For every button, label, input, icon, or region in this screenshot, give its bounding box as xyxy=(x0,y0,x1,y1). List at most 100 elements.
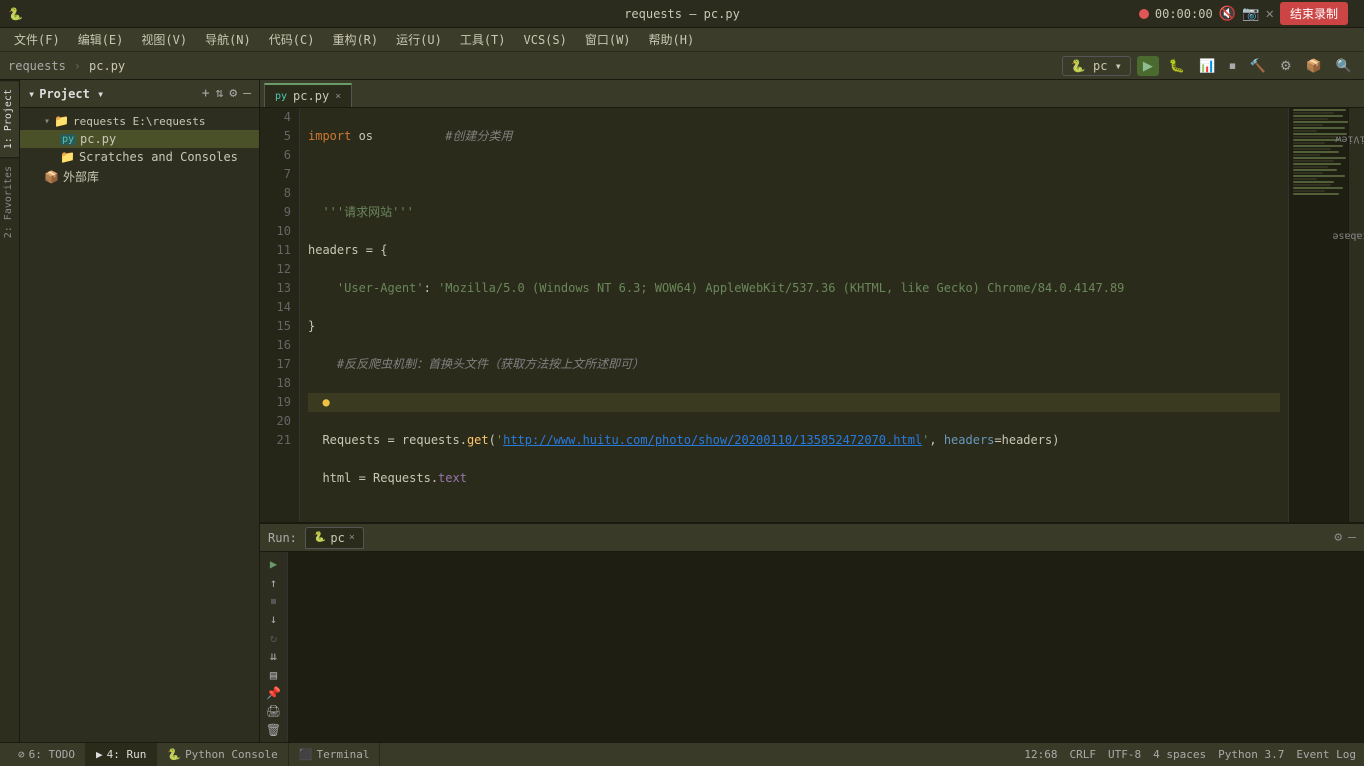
cursor-position[interactable]: 12:68 xyxy=(1024,748,1057,761)
vertical-left-panel: 1: Project 2: Favorites xyxy=(0,80,20,742)
titlebar-left: 🐍 xyxy=(8,7,23,21)
statusbar-left: ⊘ 6: TODO ▶ 4: Run 🐍 Python Console ⬛ Te… xyxy=(8,743,380,766)
interpreter-selector[interactable]: 🐍 pc ▾ xyxy=(1062,56,1131,76)
menu-refactor[interactable]: 重构(R) xyxy=(324,29,386,50)
menu-navigate[interactable]: 导航(N) xyxy=(197,29,259,50)
run-play-button[interactable]: ▶ xyxy=(263,556,285,572)
status-tab-run-label: 4: Run xyxy=(107,748,147,761)
recording-indicator: 00:00:00 🔇 📷 ✕ 结束录制 xyxy=(1131,0,1356,27)
encoding[interactable]: UTF-8 xyxy=(1108,748,1141,761)
folder-icon: 📁 xyxy=(54,114,69,128)
run-button[interactable]: ▶ xyxy=(1137,56,1159,76)
mute-cam-icon[interactable]: 📷 xyxy=(1242,6,1259,22)
run-label: Run: xyxy=(268,531,297,545)
run-tab-close[interactable]: × xyxy=(349,532,355,543)
menu-help[interactable]: 帮助(H) xyxy=(641,29,703,50)
external-libs-icon: 📦 xyxy=(44,170,59,184)
tab-py-icon: py xyxy=(275,91,287,102)
status-tab-python-console[interactable]: 🐍 Python Console xyxy=(157,743,288,766)
sidebar-item-favorites[interactable]: 2: Favorites xyxy=(0,157,19,246)
menu-tools[interactable]: 工具(T) xyxy=(452,29,514,50)
run-output xyxy=(288,552,1364,742)
mute-icon[interactable]: 🔇 xyxy=(1219,6,1236,22)
menu-view[interactable]: 视图(V) xyxy=(133,29,195,50)
close-recording-icon[interactable]: ✕ xyxy=(1266,6,1274,22)
expand-all-icon[interactable]: ⇅ xyxy=(216,86,224,101)
run-status-icon: ▶ xyxy=(96,748,103,761)
menu-window[interactable]: 窗口(W) xyxy=(577,29,639,50)
status-tab-run[interactable]: ▶ 4: Run xyxy=(86,743,157,766)
breadcrumb-requests[interactable]: requests xyxy=(8,59,66,73)
python-version[interactable]: Python 3.7 xyxy=(1218,748,1284,761)
editor-tabs: py pc.py × xyxy=(260,80,1364,108)
titlebar: 🐍 requests – pc.py 00:00:00 🔇 📷 ✕ 结束录制 xyxy=(0,0,1364,28)
minimize-panel-icon[interactable]: — xyxy=(243,86,251,101)
tab-close-icon[interactable]: × xyxy=(335,91,341,102)
run-filter-button[interactable]: ▤ xyxy=(263,666,285,682)
run-settings-icon[interactable]: ⚙ xyxy=(1334,530,1342,545)
run-header: Run: 🐍 pc × ⚙ — xyxy=(260,524,1364,552)
run-rerun-button[interactable]: ↻ xyxy=(263,630,285,646)
menu-run[interactable]: 运行(U) xyxy=(388,29,450,50)
status-tab-todo[interactable]: ⊘ 6: TODO xyxy=(8,743,86,766)
window-title: requests – pc.py xyxy=(624,7,740,21)
tab-pcpy[interactable]: py pc.py × xyxy=(264,83,352,107)
status-tab-terminal[interactable]: ⬛ Terminal xyxy=(289,743,381,766)
run-minimize-icon[interactable]: — xyxy=(1348,530,1356,545)
sciview-tab[interactable]: SciView xyxy=(1329,132,1364,147)
project-header-actions: + ⇅ ⚙ — xyxy=(202,86,251,101)
build-button[interactable]: 🔨 xyxy=(1246,56,1270,76)
run-clear-button[interactable]: 🗑 xyxy=(263,722,285,738)
add-icon[interactable]: + xyxy=(202,86,210,101)
run-content: ▶ ↑ ⏹ ↓ ↻ ⇊ ▤ 📌 🖨 🗑 xyxy=(260,552,1364,742)
tree-item-requests[interactable]: ▾ 📁 requests E:\requests xyxy=(20,112,259,130)
menu-vcs[interactable]: VCS(S) xyxy=(516,31,575,49)
tree-label-pcpy: pc.py xyxy=(80,132,116,146)
search-everywhere-button[interactable]: 🔍 xyxy=(1332,56,1356,76)
project-label: Project ▾ xyxy=(39,87,104,101)
statusbar: ⊘ 6: TODO ▶ 4: Run 🐍 Python Console ⬛ Te… xyxy=(0,742,1364,766)
run-down-button[interactable]: ↓ xyxy=(263,611,285,627)
stop-button[interactable]: ⏹ xyxy=(1225,56,1240,76)
project-title: ▾ Project ▾ xyxy=(28,87,104,101)
run-tab-pc[interactable]: 🐍 pc × xyxy=(305,527,364,549)
event-log[interactable]: Event Log xyxy=(1296,748,1356,761)
breadcrumb-pcpy[interactable]: pc.py xyxy=(89,59,125,73)
gear-icon[interactable]: ⚙ xyxy=(229,86,237,101)
statusbar-right: 12:68 CRLF UTF-8 4 spaces Python 3.7 Eve… xyxy=(1024,748,1356,761)
terminal-icon: ⬛ xyxy=(299,748,313,761)
indent-setting[interactable]: 4 spaces xyxy=(1153,748,1206,761)
minimap xyxy=(1288,108,1348,522)
settings-toolbar-button[interactable]: ⚙ xyxy=(1276,56,1296,76)
run-stop-button[interactable]: ⏹ xyxy=(263,593,285,609)
run-tab-label: pc xyxy=(330,531,344,545)
project-panel: ▾ Project ▾ + ⇅ ⚙ — ▾ 📁 requests E:\requ… xyxy=(20,80,260,742)
code-editor[interactable]: 4 5 6 7 8 9 10 11 12 13 14 15 16 17 18 1… xyxy=(260,108,1364,522)
recording-time: 00:00:00 xyxy=(1155,7,1213,21)
tree-item-pcpy[interactable]: py pc.py xyxy=(20,130,259,148)
tree-item-external-libs[interactable]: 📦 外部库 xyxy=(20,166,259,187)
run-print-button[interactable]: 🖨 xyxy=(263,703,285,719)
database-tab[interactable]: Database xyxy=(1326,229,1364,244)
python-console-icon: 🐍 xyxy=(167,748,181,761)
sidebar-item-project[interactable]: 1: Project xyxy=(0,80,19,157)
run-pin-button[interactable]: 📌 xyxy=(263,685,285,701)
right-sidebar: SciView Database xyxy=(1348,108,1364,522)
run-coverage-button[interactable]: 📊 xyxy=(1195,56,1219,76)
debug-button[interactable]: 🐛 xyxy=(1165,56,1189,76)
end-recording-button[interactable]: 结束录制 xyxy=(1280,2,1348,25)
line-separator[interactable]: CRLF xyxy=(1070,748,1097,761)
menu-edit[interactable]: 编辑(E) xyxy=(70,29,132,50)
project-expand-icon: ▾ xyxy=(28,87,35,101)
run-up-button[interactable]: ↑ xyxy=(263,574,285,590)
menu-code[interactable]: 代码(C) xyxy=(261,29,323,50)
tree-item-scratches[interactable]: 📁 Scratches and Consoles xyxy=(20,148,259,166)
main-layout: 1: Project 2: Favorites ▾ Project ▾ + ⇅ … xyxy=(0,80,1364,742)
run-header-left: Run: 🐍 pc × xyxy=(268,527,1326,549)
app-icon: 🐍 xyxy=(8,7,23,21)
sdk-button[interactable]: 📦 xyxy=(1302,56,1326,76)
code-content[interactable]: import os #创建分类用 '''请求网站''' headers = { … xyxy=(300,108,1288,522)
menu-file[interactable]: 文件(F) xyxy=(6,29,68,50)
scratches-folder-icon: 📁 xyxy=(60,150,75,164)
run-scroll-button[interactable]: ⇊ xyxy=(263,648,285,664)
